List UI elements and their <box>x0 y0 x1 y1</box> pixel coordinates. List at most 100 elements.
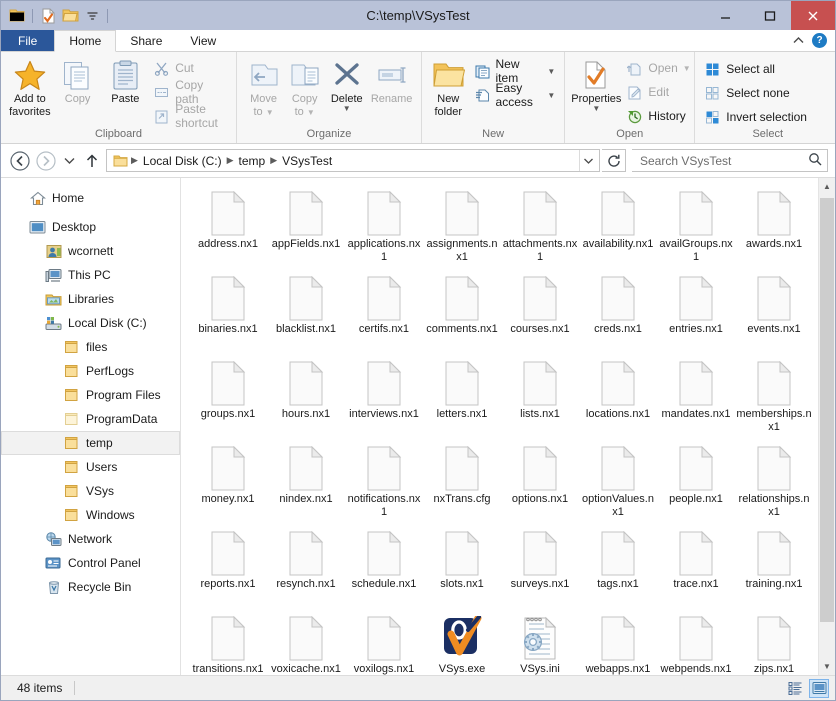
file-item[interactable]: binaries.nx1 <box>189 271 267 356</box>
file-item[interactable]: surveys.nx1 <box>501 526 579 611</box>
properties-icon[interactable] <box>39 7 57 25</box>
collapse-ribbon-icon[interactable] <box>792 34 805 48</box>
rename-button[interactable]: Rename <box>368 56 415 105</box>
file-item[interactable]: locations.nx1 <box>579 356 657 441</box>
back-button[interactable] <box>8 149 32 173</box>
maximize-button[interactable] <box>747 1 791 30</box>
file-item[interactable]: assignments.nx1 <box>423 186 501 271</box>
copy-to-button[interactable]: Copy to ▼ <box>284 56 325 118</box>
help-icon[interactable]: ? <box>812 33 827 48</box>
paste-shortcut-button[interactable]: Paste shortcut <box>150 102 230 130</box>
search-icon[interactable] <box>808 152 822 169</box>
select-none-button[interactable]: Select none <box>701 82 810 104</box>
breadcrumb-item-0[interactable]: Local Disk (C:) <box>139 154 226 168</box>
sidebar-item-local-disk-c[interactable]: Local Disk (C:) <box>1 311 180 335</box>
file-item[interactable]: applications.nx1 <box>345 186 423 271</box>
file-item[interactable]: comments.nx1 <box>423 271 501 356</box>
chevron-down-icon[interactable]: ▼ <box>683 64 691 73</box>
scroll-up-button[interactable]: ▲ <box>819 178 835 195</box>
easy-access-button[interactable]: Easy access ▼ <box>471 81 559 109</box>
file-item[interactable]: schedule.nx1 <box>345 526 423 611</box>
file-item[interactable]: mandates.nx1 <box>657 356 735 441</box>
sidebar-item-temp[interactable]: temp <box>1 431 180 455</box>
copy-button[interactable]: Copy <box>55 56 101 105</box>
new-folder-icon[interactable] <box>61 7 79 25</box>
file-item[interactable]: webpends.nx1 <box>657 611 735 675</box>
sidebar-item-programdata[interactable]: ProgramData <box>1 407 180 431</box>
file-item[interactable]: webapps.nx1 <box>579 611 657 675</box>
file-item[interactable]: zips.nx1 <box>735 611 813 675</box>
sidebar-item-libraries[interactable]: Libraries <box>1 287 180 311</box>
file-item[interactable]: groups.nx1 <box>189 356 267 441</box>
sidebar-item-wcornett[interactable]: wcornett <box>1 239 180 263</box>
file-item[interactable]: voxicache.nx1 <box>267 611 345 675</box>
tab-share[interactable]: Share <box>116 30 176 51</box>
tab-view[interactable]: View <box>176 30 230 51</box>
scrollbar-track[interactable] <box>819 195 835 658</box>
file-item[interactable]: creds.nx1 <box>579 271 657 356</box>
properties-button[interactable]: Properties ▼ <box>571 56 621 113</box>
refresh-button[interactable] <box>602 149 626 172</box>
search-input[interactable]: Search VSysTest <box>632 149 828 172</box>
folder-icon[interactable] <box>8 7 26 25</box>
file-item[interactable]: events.nx1 <box>735 271 813 356</box>
file-item[interactable]: awards.nx1 <box>735 186 813 271</box>
file-item[interactable]: attachments.nx1 <box>501 186 579 271</box>
tab-home[interactable]: Home <box>54 30 117 52</box>
file-item[interactable]: availability.nx1 <box>579 186 657 271</box>
sidebar-item-this-pc[interactable]: This PC <box>1 263 180 287</box>
sidebar-item-program-files[interactable]: Program Files <box>1 383 180 407</box>
file-item[interactable]: people.nx1 <box>657 441 735 526</box>
file-item[interactable]: interviews.nx1 <box>345 356 423 441</box>
file-item[interactable]: VSys.ini <box>501 611 579 675</box>
history-button[interactable]: History <box>623 105 693 127</box>
new-item-button[interactable]: New item ▼ <box>471 57 559 85</box>
scroll-down-button[interactable]: ▼ <box>819 658 835 675</box>
up-button[interactable] <box>80 149 104 173</box>
scrollbar-thumb[interactable] <box>820 198 834 622</box>
file-item[interactable]: certifs.nx1 <box>345 271 423 356</box>
select-all-button[interactable]: Select all <box>701 58 810 80</box>
file-grid[interactable]: address.nx1 appFields.nx1 applications.nx1… <box>181 178 818 675</box>
file-item[interactable]: notifications.nx1 <box>345 441 423 526</box>
sidebar-item-home[interactable]: Home <box>1 186 180 210</box>
chevron-down-icon[interactable]: ▼ <box>343 105 351 113</box>
sidebar-item-network[interactable]: Network <box>1 527 180 551</box>
chevron-down-icon[interactable]: ▼ <box>307 108 315 116</box>
paste-button[interactable]: Paste <box>102 56 148 105</box>
sidebar-item-vsys[interactable]: VSys <box>1 479 180 503</box>
file-item[interactable]: money.nx1 <box>189 441 267 526</box>
chevron-down-icon[interactable]: ▼ <box>547 67 555 76</box>
file-item[interactable]: training.nx1 <box>735 526 813 611</box>
file-item[interactable]: lists.nx1 <box>501 356 579 441</box>
file-item[interactable]: tags.nx1 <box>579 526 657 611</box>
file-item[interactable]: availGroups.nx1 <box>657 186 735 271</box>
copy-path-button[interactable]: Copy path <box>150 78 230 106</box>
file-item[interactable]: hours.nx1 <box>267 356 345 441</box>
file-item[interactable]: resynch.nx1 <box>267 526 345 611</box>
file-item[interactable]: options.nx1 <box>501 441 579 526</box>
sidebar-item-control-panel[interactable]: Control Panel <box>1 551 180 575</box>
file-item[interactable]: appFields.nx1 <box>267 186 345 271</box>
recent-locations-button[interactable] <box>60 149 78 173</box>
details-view-button[interactable] <box>785 679 805 698</box>
file-item[interactable]: nxTrans.cfg <box>423 441 501 526</box>
file-item[interactable]: transitions.nx1 <box>189 611 267 675</box>
sidebar-item-users[interactable]: Users <box>1 455 180 479</box>
file-item[interactable]: courses.nx1 <box>501 271 579 356</box>
breadcrumb-item-1[interactable]: temp <box>235 154 270 168</box>
file-item[interactable]: relationships.nx1 <box>735 441 813 526</box>
customize-qat-icon[interactable] <box>83 7 101 25</box>
sidebar-item-recycle-bin[interactable]: Recycle Bin <box>1 575 180 599</box>
chevron-down-icon[interactable]: ▼ <box>592 105 600 113</box>
file-item[interactable]: nindex.nx1 <box>267 441 345 526</box>
breadcrumb-item-2[interactable]: VSysTest <box>278 154 336 168</box>
file-item[interactable]: trace.nx1 <box>657 526 735 611</box>
sidebar-item-desktop[interactable]: Desktop <box>1 215 180 239</box>
file-item[interactable]: address.nx1 <box>189 186 267 271</box>
forward-button[interactable] <box>34 149 58 173</box>
edit-button[interactable]: Edit <box>623 81 693 103</box>
breadcrumb[interactable]: ▶ Local Disk (C:) ▶ temp ▶ VSysTest <box>106 149 600 172</box>
minimize-button[interactable] <box>703 1 747 30</box>
vertical-scrollbar[interactable]: ▲ ▼ <box>818 178 835 675</box>
